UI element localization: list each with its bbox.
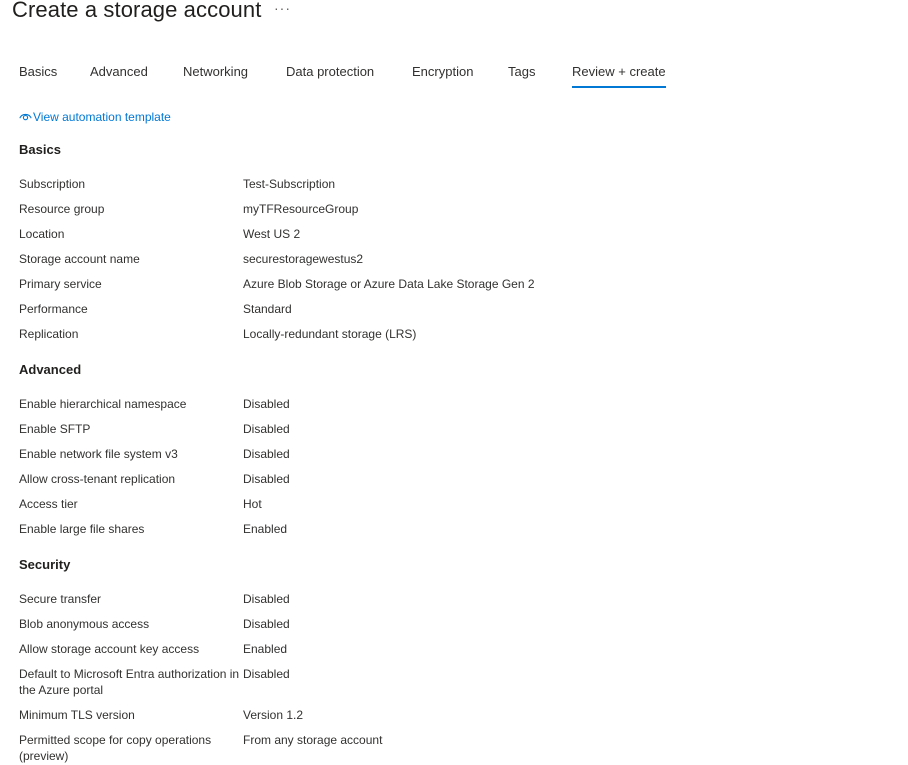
row-label: Permitted scope for copy operations (pre… [19,733,212,763]
row-label: Replication [19,327,79,341]
row-value: Version 1.2 [243,708,304,722]
row-label: Minimum TLS version [19,708,135,722]
row-label: Storage account name [19,252,140,266]
row-value: myTFResourceGroup [243,202,359,216]
section-heading-security: Security [19,557,71,572]
view-automation-template-label: View automation template [33,110,171,124]
row-label: Enable large file shares [19,522,145,536]
page-title: Create a storage account [12,0,262,22]
row-label: Primary service [19,277,102,291]
more-options-button[interactable]: ··· [274,0,291,16]
row-value: Disabled [243,667,290,681]
row-value: Azure Blob Storage or Azure Data Lake St… [243,277,535,291]
row-label: Enable hierarchical namespace [19,397,187,411]
row-label: Default to Microsoft Entra authorization… [19,667,240,697]
row-value: Standard [243,302,292,316]
row-label: Secure transfer [19,592,102,606]
row-label: Location [19,227,65,241]
row-label: Resource group [19,202,105,216]
row-value: Enabled [243,642,288,656]
eye-icon [19,110,33,124]
row-label: Enable SFTP [19,422,91,436]
row-value: Disabled [243,472,290,486]
tab-data-protection[interactable]: Data protection [286,64,374,86]
row-label: Enable network file system v3 [19,447,178,461]
row-value: Hot [243,497,262,511]
tab-basics[interactable]: Basics [19,64,57,86]
row-value: Disabled [243,397,290,411]
row-value: Enabled [243,522,288,536]
row-value: West US 2 [243,227,301,241]
row-value: Disabled [243,617,290,631]
tab-review-create[interactable]: Review + create [572,64,666,88]
section-heading-advanced: Advanced [19,362,82,377]
row-value: Disabled [243,447,290,461]
section-heading-basics: Basics [19,142,61,157]
tab-tags[interactable]: Tags [508,64,535,86]
row-value: Disabled [243,422,290,436]
view-automation-template-link[interactable]: View automation template [19,110,171,124]
tab-networking[interactable]: Networking [183,64,248,86]
row-value: Locally-redundant storage (LRS) [243,327,417,341]
row-value: Test-Subscription [243,177,336,191]
row-label: Allow storage account key access [19,642,200,656]
tab-encryption[interactable]: Encryption [412,64,473,86]
row-label: Blob anonymous access [19,617,150,631]
row-value: From any storage account [243,733,383,747]
row-label: Allow cross-tenant replication [19,472,176,486]
row-value: Disabled [243,592,290,606]
row-label: Subscription [19,177,86,191]
row-value: securestoragewestus2 [243,252,364,266]
tab-advanced[interactable]: Advanced [90,64,148,86]
row-label: Performance [19,302,88,316]
row-label: Access tier [19,497,78,511]
